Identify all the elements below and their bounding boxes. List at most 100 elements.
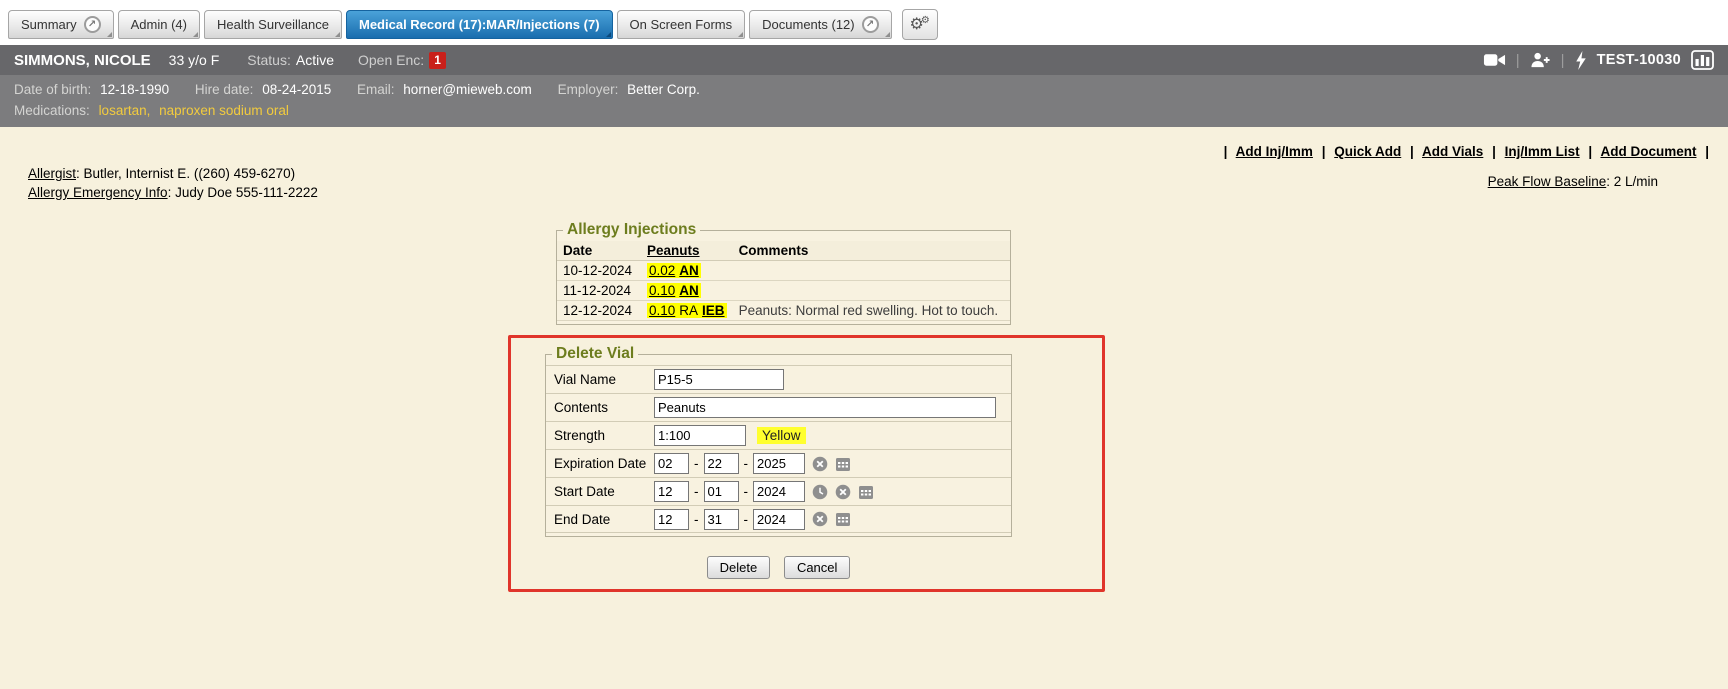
expiration-year-input[interactable]: [753, 453, 805, 474]
provider-info: Allergist: Butler, Internist E. ((260) 4…: [28, 164, 318, 202]
date-separator: -: [744, 456, 749, 471]
settings-button[interactable]: ⚙ ⚙: [902, 9, 938, 40]
code-link[interactable]: AN: [679, 263, 699, 278]
peanuts-column-header: Peanuts: [641, 241, 733, 261]
calendar-icon[interactable]: [835, 511, 851, 527]
tab-summary-label: Summary: [21, 17, 77, 32]
add-person-icon[interactable]: [1530, 51, 1551, 69]
email-value: horner@mieweb.com: [403, 82, 532, 97]
vial-name-label: Vial Name: [554, 372, 654, 387]
date-separator: -: [694, 456, 699, 471]
tab-admin-label: Admin (4): [131, 17, 187, 32]
injection-date: 11-12-2024: [557, 281, 641, 301]
add-document-link[interactable]: Add Document: [1600, 144, 1696, 159]
start-date-row: Start Date - -: [546, 477, 1011, 505]
tab-documents[interactable]: Documents (12) ↗: [749, 10, 891, 39]
strength-input[interactable]: [654, 425, 746, 446]
medication-link[interactable]: naproxen sodium oral: [159, 103, 289, 118]
dose-link[interactable]: 0.10: [649, 303, 675, 318]
clock-icon[interactable]: [812, 484, 828, 500]
status-value: Active: [296, 52, 334, 68]
date-separator: -: [694, 484, 699, 499]
demographics-bar: Date of birth: 12-18-1990 Hire date: 08-…: [0, 75, 1728, 127]
email-label: Email:: [357, 82, 395, 97]
video-camera-icon[interactable]: [1483, 51, 1506, 69]
patient-age-sex: 33 y/o F: [169, 52, 220, 68]
add-vials-link[interactable]: Add Vials: [1422, 144, 1483, 159]
table-row: 12-12-2024 0.10RAIEB Peanuts: Normal red…: [557, 301, 1010, 321]
calendar-icon[interactable]: [835, 456, 851, 472]
hire-date-value: 08-24-2015: [262, 82, 331, 97]
injection-comment: [733, 281, 1010, 301]
contents-input[interactable]: [654, 397, 996, 418]
medication-link[interactable]: losartan,: [99, 103, 151, 118]
date-separator: -: [744, 484, 749, 499]
date-separator: -: [694, 512, 699, 527]
allergy-emergency-link[interactable]: Allergy Emergency Info: [28, 185, 168, 200]
end-year-input[interactable]: [753, 509, 805, 530]
link-separator: |: [1322, 144, 1326, 159]
dose-link[interactable]: 0.10: [649, 283, 675, 298]
delete-vial-legend: Delete Vial: [552, 345, 638, 363]
clear-date-icon[interactable]: [812, 511, 828, 527]
contents-label: Contents: [554, 400, 654, 415]
medications-line: Medications: losartan, naproxen sodium o…: [14, 100, 1714, 121]
tab-medical-record-label: Medical Record (17):MAR/Injections (7): [359, 17, 600, 32]
injection-comment: Peanuts: Normal red swelling. Hot to tou…: [733, 301, 1010, 321]
cancel-button[interactable]: Cancel: [784, 556, 850, 579]
popout-icon[interactable]: ↗: [84, 16, 101, 33]
quick-add-link[interactable]: Quick Add: [1334, 144, 1401, 159]
annotation-rectangle: Delete Vial Vial Name Contents Strength …: [508, 335, 1105, 592]
bar-chart-icon[interactable]: [1691, 50, 1714, 70]
inj-imm-list-link[interactable]: Inj/Imm List: [1505, 144, 1580, 159]
peak-flow-value: : 2 L/min: [1606, 174, 1658, 189]
clear-date-icon[interactable]: [812, 456, 828, 472]
dose-link[interactable]: 0.02: [649, 263, 675, 278]
action-links: | Add Inj/Imm | Quick Add | Add Vials | …: [1219, 144, 1714, 159]
injection-date: 10-12-2024: [557, 261, 641, 281]
start-day-input[interactable]: [704, 481, 739, 502]
expiration-month-input[interactable]: [654, 453, 689, 474]
injection-comment: [733, 261, 1010, 281]
open-enc-label: Open Enc:: [358, 52, 424, 68]
tab-summary[interactable]: Summary ↗: [8, 10, 114, 39]
table-row: 11-12-2024 0.10 AN: [557, 281, 1010, 301]
start-month-input[interactable]: [654, 481, 689, 502]
lightning-bolt-icon[interactable]: [1575, 51, 1587, 70]
injection-date: 12-12-2024: [557, 301, 641, 321]
calendar-icon[interactable]: [858, 484, 874, 500]
open-enc-badge[interactable]: 1: [429, 52, 446, 69]
expiration-date-row: Expiration Date - -: [546, 449, 1011, 477]
code-link[interactable]: AN: [679, 283, 699, 298]
add-inj-imm-link[interactable]: Add Inj/Imm: [1236, 144, 1313, 159]
vial-name-input[interactable]: [654, 369, 784, 390]
peak-flow-link[interactable]: Peak Flow Baseline: [1488, 174, 1607, 189]
peanuts-header-link[interactable]: Peanuts: [647, 243, 700, 258]
expiration-day-input[interactable]: [704, 453, 739, 474]
dob-value: 12-18-1990: [100, 82, 169, 97]
tab-on-screen-forms[interactable]: On Screen Forms: [617, 10, 746, 39]
tab-admin[interactable]: Admin (4): [118, 10, 200, 39]
header-separator: |: [1561, 52, 1565, 69]
start-year-input[interactable]: [753, 481, 805, 502]
contents-row: Contents: [546, 393, 1011, 421]
tab-on-screen-forms-label: On Screen Forms: [630, 17, 733, 32]
end-date-label: End Date: [554, 512, 654, 527]
allergist-link[interactable]: Allergist: [28, 166, 76, 181]
tab-health-surveillance-label: Health Surveillance: [217, 17, 329, 32]
delete-button[interactable]: Delete: [707, 556, 771, 579]
tab-health-surveillance[interactable]: Health Surveillance: [204, 10, 342, 39]
clear-date-icon[interactable]: [835, 484, 851, 500]
vial-name-row: Vial Name: [546, 365, 1011, 393]
popout-icon[interactable]: ↗: [862, 16, 879, 33]
allergy-injections-legend: Allergy Injections: [563, 221, 700, 239]
tab-medical-record[interactable]: Medical Record (17):MAR/Injections (7): [346, 10, 613, 39]
allergy-injections-table: Date Peanuts Comments 10-12-2024 0.02AN …: [557, 241, 1010, 321]
allergy-emergency-line: Allergy Emergency Info: Judy Doe 555-111…: [28, 183, 318, 202]
allergist-value: : Butler, Internist E. ((260) 459-6270): [76, 166, 295, 181]
end-month-input[interactable]: [654, 509, 689, 530]
tab-documents-label: Documents (12): [762, 17, 854, 32]
end-day-input[interactable]: [704, 509, 739, 530]
table-row: 10-12-2024 0.02 AN: [557, 261, 1010, 281]
code-link[interactable]: IEB: [702, 303, 725, 318]
